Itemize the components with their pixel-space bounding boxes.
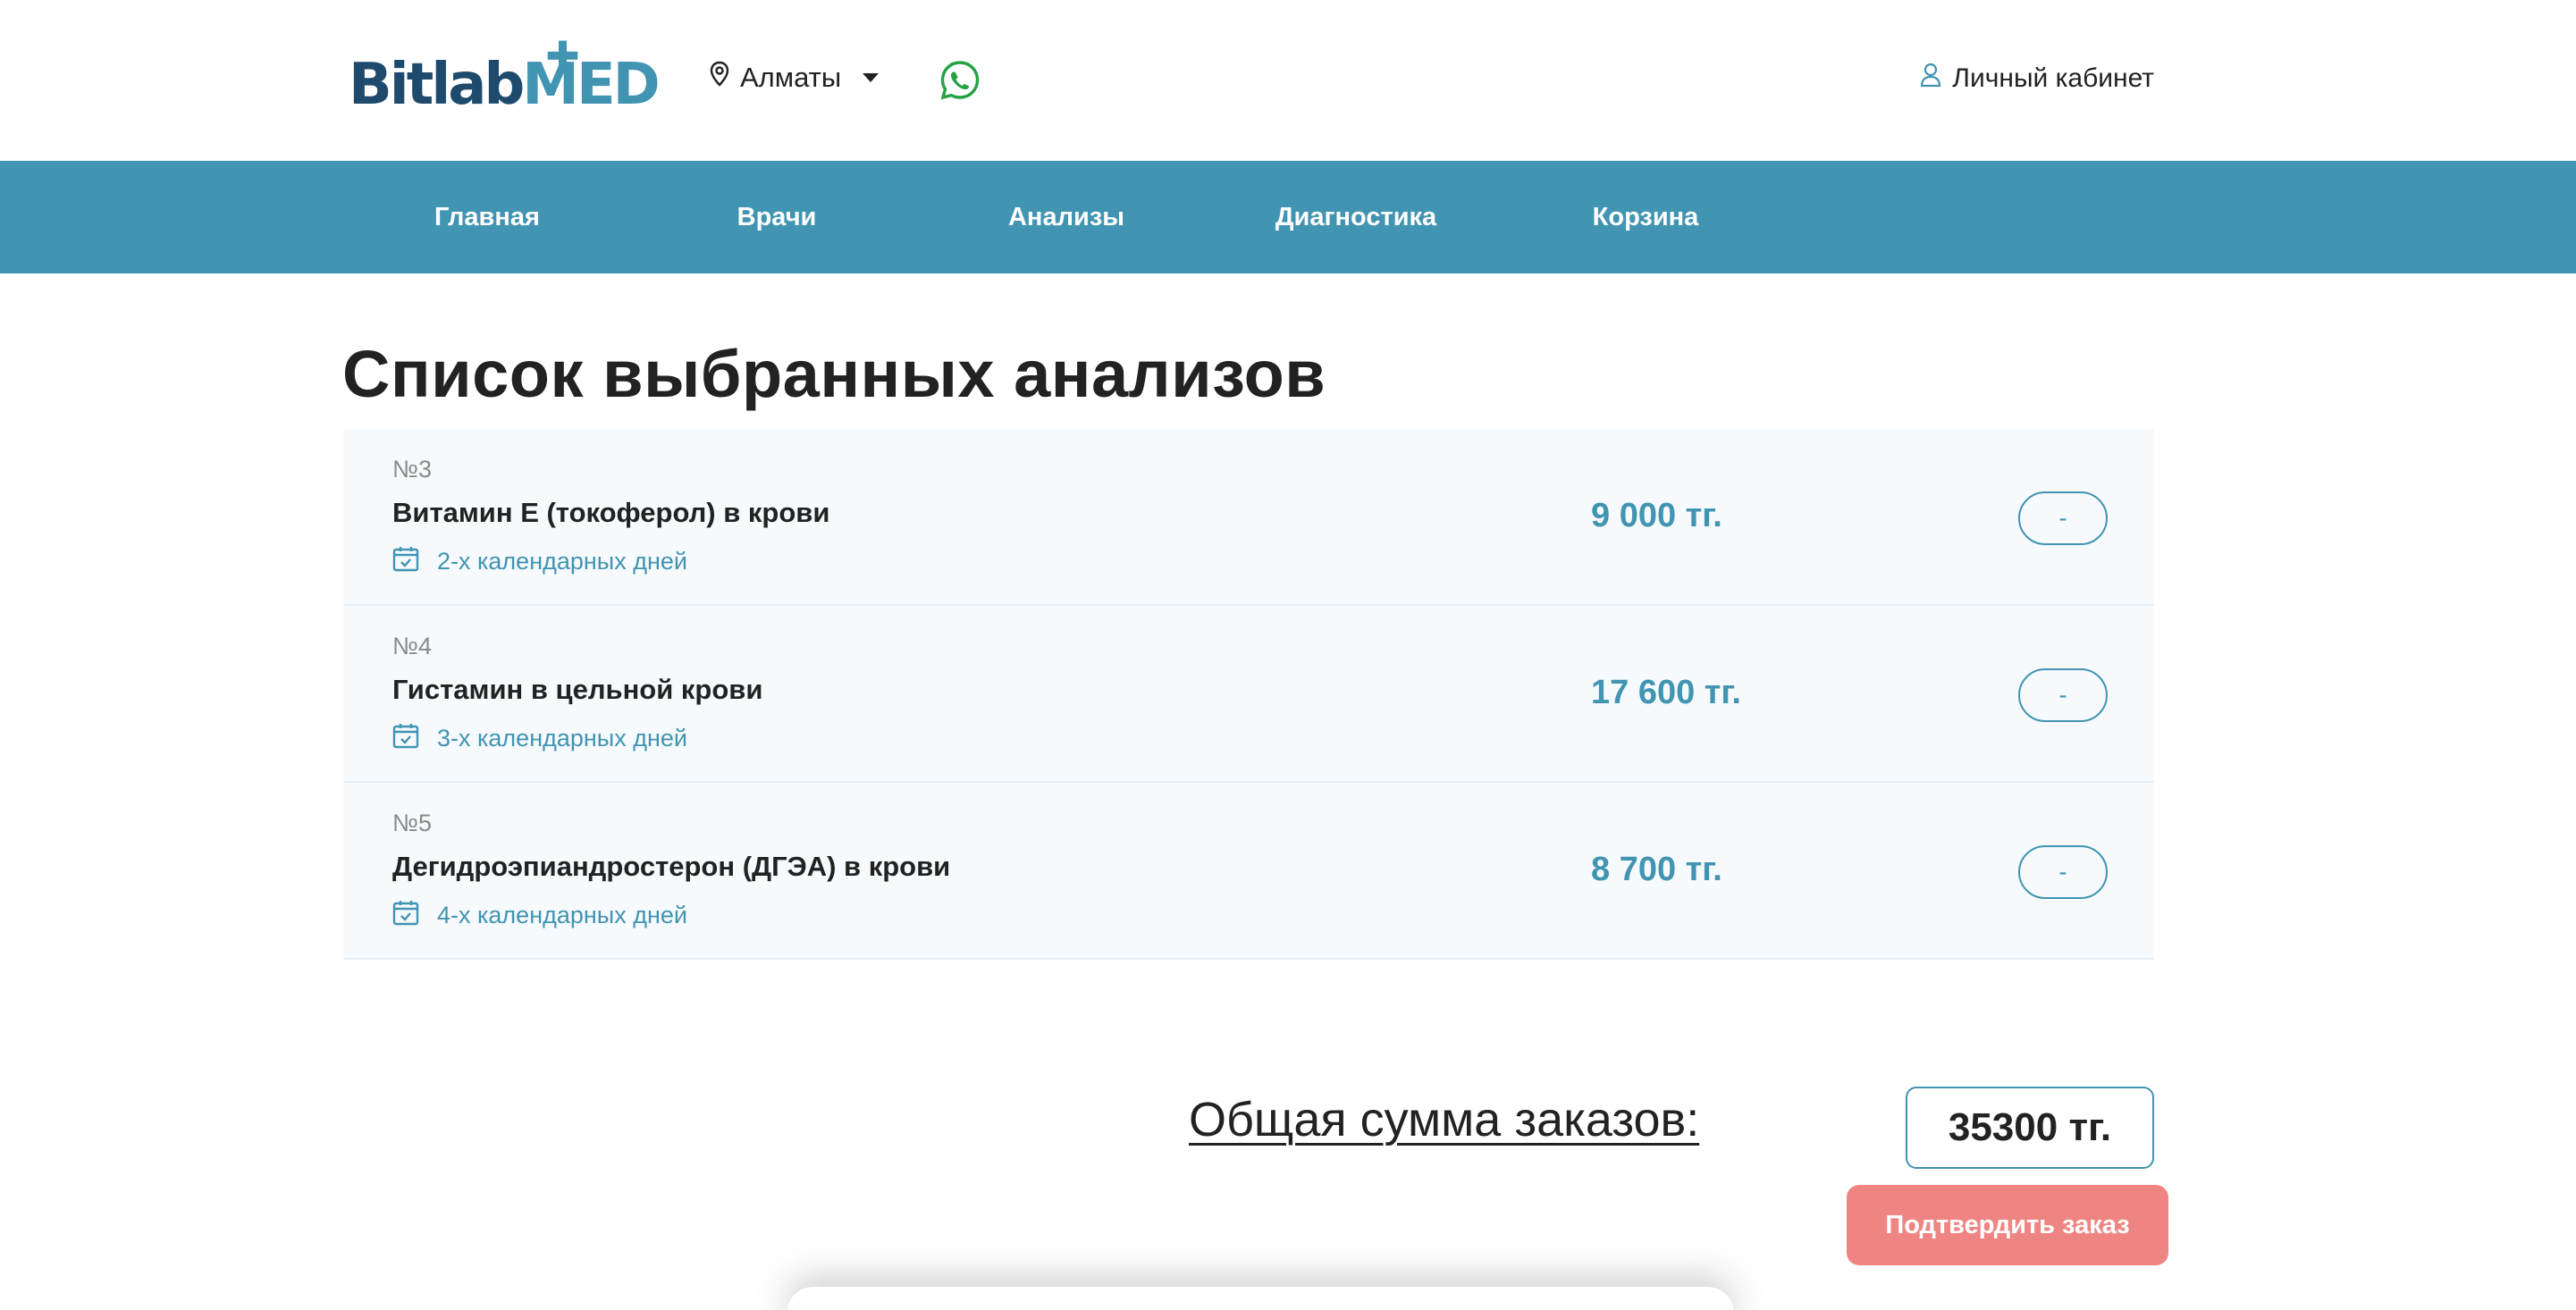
logo-plus-icon: ✚ xyxy=(545,32,580,80)
nav-item-home[interactable]: Главная xyxy=(384,161,590,273)
test-duration-label: 3-х календарных дней xyxy=(437,725,687,752)
chevron-down-icon xyxy=(863,73,880,82)
nav-item-tests[interactable]: Анализы xyxy=(964,161,1169,273)
calendar-check-icon xyxy=(392,722,419,755)
test-duration-label: 4-х календарных дней xyxy=(437,902,687,928)
user-icon xyxy=(1920,63,1941,95)
remove-test-button[interactable]: - xyxy=(2018,668,2108,722)
test-number: №4 xyxy=(392,633,432,659)
main-nav: Главная Врачи Анализы Диагностика Корзин… xyxy=(0,161,2576,273)
calendar-check-icon xyxy=(392,899,419,932)
list-item: №5 Дегидроэпиандростерон (ДГЭА) в крови … xyxy=(343,783,2154,960)
nav-item-cart[interactable]: Корзина xyxy=(1543,161,1748,273)
total-label: Общая сумма заказов: xyxy=(1189,1093,1700,1146)
nav-item-diagnostics[interactable]: Диагностика xyxy=(1253,161,1459,273)
account-label: Личный кабинет xyxy=(1952,63,2154,93)
test-number: №5 xyxy=(392,810,432,836)
remove-test-button[interactable]: - xyxy=(2018,845,2108,899)
city-selector[interactable]: Алматы xyxy=(710,61,880,95)
logo-text-accent: ✚ MED xyxy=(522,32,661,118)
total-value: 35300 тг. xyxy=(1906,1087,2154,1169)
whatsapp-icon[interactable] xyxy=(939,59,981,102)
test-price: 17 600 тг. xyxy=(1591,674,1741,711)
bitlabmed-logo[interactable]: Bitlab ✚ MED xyxy=(349,32,661,118)
page-title: Список выбранных анализов xyxy=(342,337,1326,411)
calendar-check-icon xyxy=(392,545,419,578)
account-link[interactable]: Личный кабинет xyxy=(1920,63,2154,95)
bottom-panel-edge xyxy=(787,1287,1734,1310)
site-header: Bitlab ✚ MED Алматы Личный кабинет xyxy=(0,0,2576,161)
list-item: №4 Гистамин в цельной крови 3-х календар… xyxy=(343,606,2154,783)
map-pin-icon xyxy=(710,61,729,95)
list-item: №3 Витамин Е (токоферол) в крови 2-х кал… xyxy=(343,429,2154,606)
test-name: Дегидроэпиандростерон (ДГЭА) в крови xyxy=(392,851,951,882)
test-duration-label: 2-х календарных дней xyxy=(437,548,687,575)
nav-item-doctors[interactable]: Врачи xyxy=(674,161,880,273)
test-price: 9 000 тг. xyxy=(1591,497,1722,534)
remove-test-button[interactable]: - xyxy=(2018,491,2108,545)
test-price: 8 700 тг. xyxy=(1591,851,1722,888)
city-label: Алматы xyxy=(740,62,842,93)
test-duration: 3-х календарных дней xyxy=(392,722,687,755)
confirm-order-button[interactable]: Подтвердить заказ xyxy=(1847,1185,2168,1265)
logo-text-main: Bitlab xyxy=(349,52,525,118)
test-name: Витамин Е (токоферол) в крови xyxy=(392,497,830,528)
test-number: №3 xyxy=(392,456,432,483)
test-duration: 2-х календарных дней xyxy=(392,545,687,578)
test-duration: 4-х календарных дней xyxy=(392,899,687,932)
selected-tests-list: №3 Витамин Е (токоферол) в крови 2-х кал… xyxy=(343,429,2154,960)
test-name: Гистамин в цельной крови xyxy=(392,674,763,705)
